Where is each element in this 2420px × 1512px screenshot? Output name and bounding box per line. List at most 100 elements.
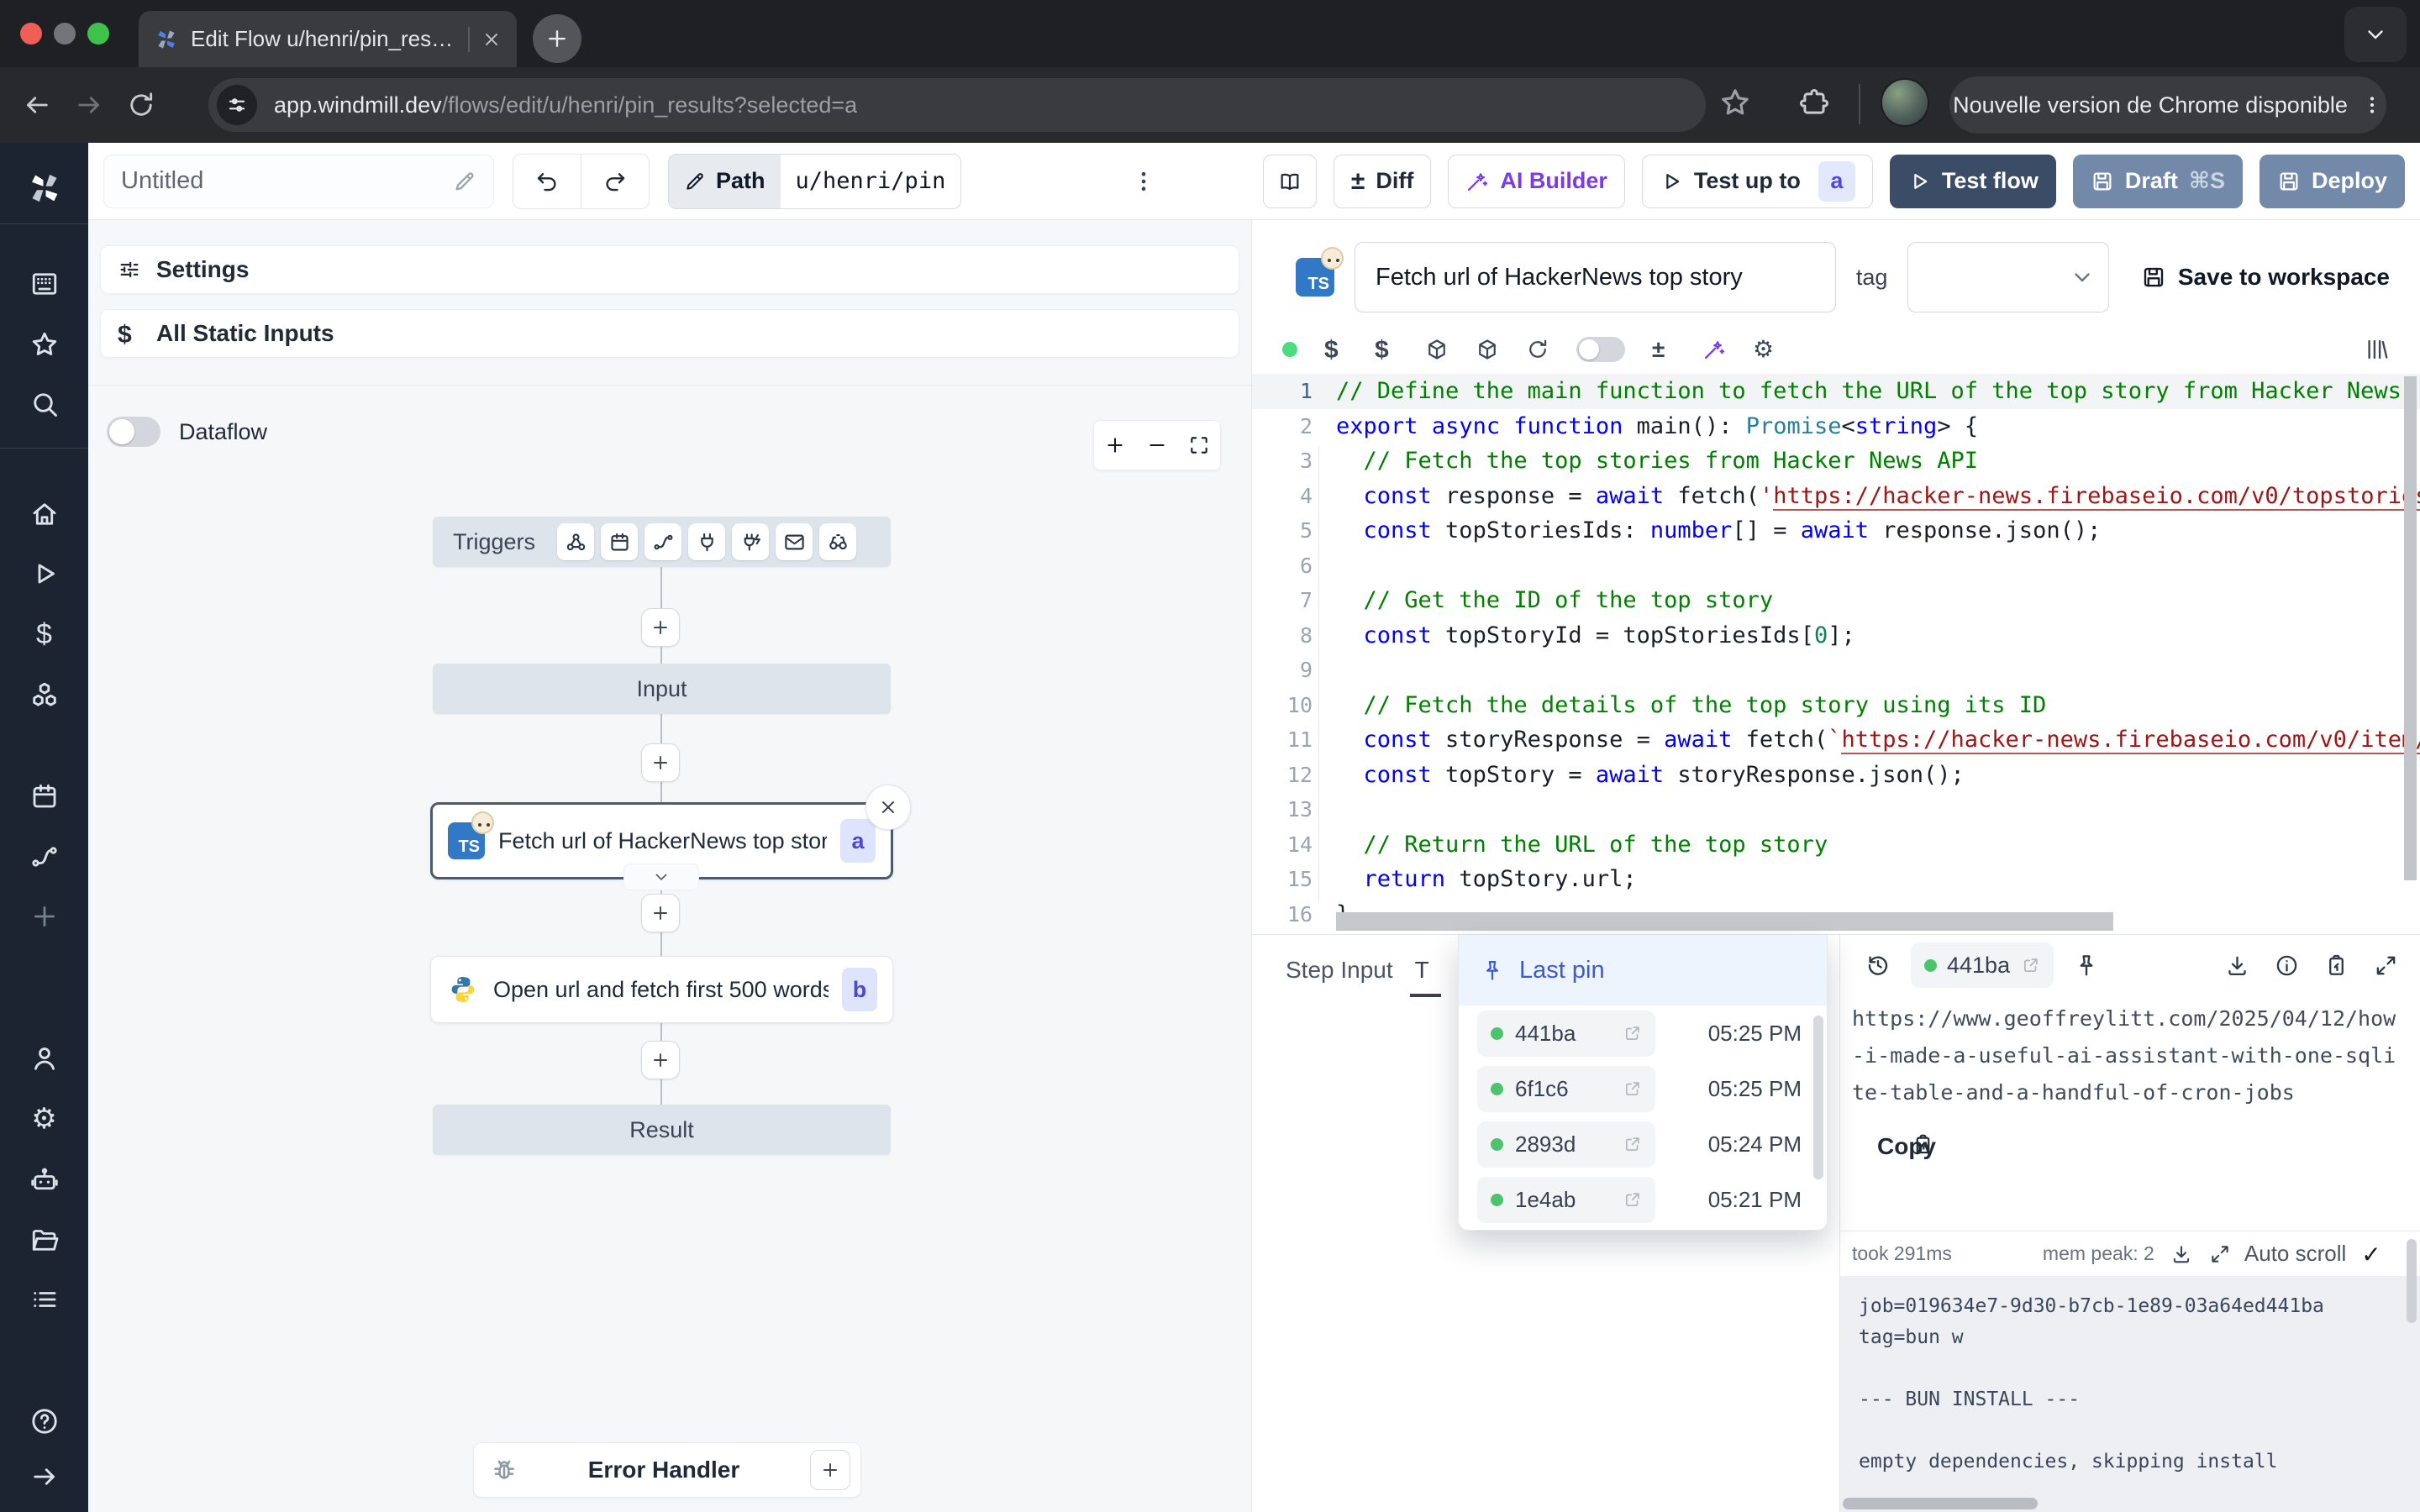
download-icon[interactable] bbox=[2225, 953, 2249, 978]
sidebar-item-arrow-right-icon[interactable] bbox=[29, 1462, 60, 1492]
flow-step-b[interactable]: Open url and fetch first 500 words of ..… bbox=[430, 956, 893, 1023]
pin-history-item[interactable]: 1e4ab05:21 PM bbox=[1459, 1172, 1827, 1227]
diff-button[interactable]: ± Diff bbox=[1334, 155, 1431, 208]
external-link-icon[interactable] bbox=[1623, 1190, 1642, 1209]
external-link-icon[interactable] bbox=[1623, 1135, 1642, 1153]
trigger-mail-button[interactable] bbox=[776, 523, 813, 560]
trigger-plug-button[interactable] bbox=[688, 523, 725, 560]
autoscroll-checkbox[interactable]: ✓ bbox=[2361, 1243, 2383, 1265]
add-error-handler-button[interactable] bbox=[810, 1450, 850, 1490]
path-group[interactable]: Path u/henri/pin bbox=[668, 154, 961, 209]
forward-button[interactable] bbox=[74, 90, 104, 120]
code-line[interactable]: 8 const topStoryId = topStoriesIds[0]; bbox=[1252, 618, 2420, 654]
trigger-plug-bolt-button[interactable] bbox=[732, 523, 769, 560]
pin-history-item[interactable]: 6f1c605:25 PM bbox=[1459, 1061, 1827, 1116]
trigger-route-button[interactable] bbox=[644, 523, 681, 560]
code-line[interactable]: 3 // Fetch the top stories from Hacker N… bbox=[1252, 444, 2420, 479]
profile-avatar[interactable] bbox=[1881, 78, 1929, 127]
code-line[interactable]: 1// Define the main function to fetch th… bbox=[1252, 374, 2420, 409]
code-editor[interactable]: 1// Define the main function to fetch th… bbox=[1252, 374, 2420, 934]
expand-logs-icon[interactable] bbox=[2209, 1243, 2231, 1265]
test-flow-button[interactable]: Test flow bbox=[1890, 155, 2056, 208]
save-to-workspace-button[interactable]: Save to workspace bbox=[2141, 264, 2390, 291]
run-id-pill[interactable]: 441ba bbox=[1477, 1011, 1655, 1057]
tag-select[interactable] bbox=[1907, 242, 2108, 312]
log-vertical-scrollbar[interactable] bbox=[2407, 1239, 2417, 1323]
external-link-icon[interactable] bbox=[1623, 1024, 1642, 1042]
sidebar-item-user-icon[interactable] bbox=[29, 1043, 60, 1074]
more-options-icon[interactable] bbox=[1131, 169, 1156, 194]
copy-button[interactable]: Copy bbox=[1877, 1133, 2420, 1156]
test-up-to-button[interactable]: Test up to a bbox=[1642, 155, 1873, 208]
edit-name-icon[interactable] bbox=[453, 170, 476, 193]
sidebar-item-help-icon[interactable] bbox=[29, 1406, 60, 1436]
extensions-icon[interactable] bbox=[1798, 87, 1830, 119]
add-step-button[interactable] bbox=[641, 1041, 680, 1079]
back-button[interactable] bbox=[22, 90, 52, 120]
result-node[interactable]: Result bbox=[433, 1105, 891, 1155]
input-node[interactable]: Input bbox=[433, 664, 891, 714]
sidebar-item-apps-icon[interactable] bbox=[29, 269, 60, 299]
dropdown-scrollbar[interactable] bbox=[1813, 1016, 1823, 1179]
docs-button[interactable] bbox=[1263, 155, 1317, 208]
history-icon[interactable] bbox=[1865, 953, 1891, 978]
package-icon[interactable] bbox=[1476, 338, 1499, 361]
minimize-window-button[interactable] bbox=[54, 23, 76, 45]
add-step-button[interactable] bbox=[641, 608, 680, 647]
pin-history-item[interactable]: 441ba05:25 PM bbox=[1459, 1005, 1827, 1061]
result-run-badge[interactable]: 441ba bbox=[1911, 942, 2054, 988]
ai-assist-icon[interactable] bbox=[1702, 338, 1726, 361]
step-title-input[interactable] bbox=[1355, 242, 1836, 312]
reload-button[interactable] bbox=[126, 90, 156, 120]
sidebar-item-gear-icon[interactable]: ⚙ bbox=[29, 1104, 60, 1134]
triggers-node[interactable]: Triggers bbox=[433, 517, 891, 567]
tab-search-button[interactable] bbox=[2344, 7, 2407, 62]
trigger-webhook-button[interactable] bbox=[557, 523, 594, 560]
run-id-pill[interactable]: 2893d bbox=[1477, 1121, 1655, 1168]
variables-button[interactable]: $ bbox=[1324, 338, 1348, 361]
sidebar-item-plus-icon[interactable] bbox=[29, 901, 60, 932]
close-tab-icon[interactable] bbox=[481, 29, 502, 50]
code-line[interactable]: 9 bbox=[1252, 653, 2420, 688]
flow-name-field[interactable]: Untitled bbox=[103, 155, 494, 208]
expand-step-button[interactable] bbox=[623, 864, 699, 890]
code-line[interactable]: 6 bbox=[1252, 549, 2420, 584]
sidebar-item-calendar-icon[interactable] bbox=[29, 781, 60, 811]
sidebar-item-search-icon[interactable] bbox=[29, 389, 60, 419]
sidebar-item-robot-icon[interactable] bbox=[29, 1165, 60, 1195]
code-line[interactable]: 11 const storyResponse = await fetch(`ht… bbox=[1252, 722, 2420, 758]
trigger-calendar-button[interactable] bbox=[601, 523, 638, 560]
editor-vertical-scrollbar[interactable] bbox=[2404, 376, 2417, 880]
add-step-button[interactable] bbox=[641, 743, 680, 782]
tab-test-partial[interactable]: T bbox=[1415, 957, 1429, 984]
code-line[interactable]: 10 // Fetch the details of the top story… bbox=[1252, 688, 2420, 723]
bookmark-icon[interactable] bbox=[1718, 86, 1752, 119]
log-horizontal-scrollbar[interactable] bbox=[1843, 1498, 2038, 1509]
draft-button[interactable]: Draft ⌘S bbox=[2073, 155, 2243, 208]
code-line[interactable]: 12 const topStory = await storyResponse.… bbox=[1252, 758, 2420, 793]
editor-horizontal-scrollbar[interactable] bbox=[1336, 912, 2113, 931]
code-line[interactable]: 4 const response = await fetch('https://… bbox=[1252, 479, 2420, 514]
address-bar[interactable]: app.windmill.dev/flows/edit/u/henri/pin_… bbox=[208, 78, 1706, 132]
add-step-button[interactable] bbox=[641, 894, 680, 932]
fit-view-icon[interactable] bbox=[1188, 434, 1210, 456]
code-line[interactable]: 13 bbox=[1252, 792, 2420, 827]
close-window-button[interactable] bbox=[20, 23, 42, 45]
sidebar-item-dollar-icon[interactable]: $ bbox=[29, 619, 60, 649]
sidebar-item-star-icon[interactable] bbox=[29, 329, 60, 360]
external-link-icon[interactable] bbox=[1623, 1079, 1642, 1098]
pin-icon[interactable] bbox=[2074, 953, 2099, 978]
settings-icon[interactable]: ⚙ bbox=[1753, 338, 1776, 361]
undo-button[interactable] bbox=[513, 155, 581, 208]
zoom-in-icon[interactable] bbox=[1104, 434, 1126, 456]
code-line[interactable]: 7 // Get the ID of the top story bbox=[1252, 583, 2420, 618]
run-id-pill[interactable]: 6f1c6 bbox=[1477, 1066, 1655, 1112]
deploy-button[interactable]: Deploy bbox=[2260, 155, 2405, 208]
redo-button[interactable] bbox=[581, 155, 649, 208]
info-icon[interactable] bbox=[2275, 953, 2299, 978]
sidebar-item-play-icon[interactable] bbox=[29, 559, 60, 589]
sidebar-item-route-icon[interactable] bbox=[29, 842, 60, 872]
clipboard-icon[interactable] bbox=[2324, 953, 2349, 978]
code-line[interactable]: 15 return topStory.url; bbox=[1252, 862, 2420, 897]
all-static-inputs-button[interactable]: $ All Static Inputs bbox=[100, 309, 1239, 358]
